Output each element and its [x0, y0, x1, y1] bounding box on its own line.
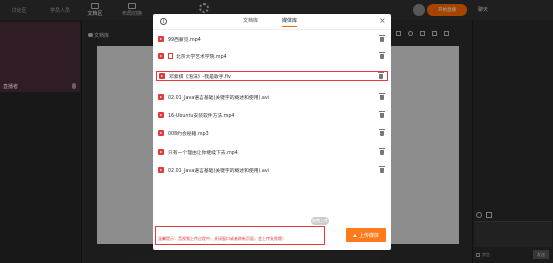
trash-icon[interactable] — [378, 72, 384, 79]
video-file-icon — [158, 112, 164, 118]
info-icon: i — [160, 18, 167, 25]
file-name: 008约会秘籍.mp3 — [168, 131, 209, 137]
video-file-icon — [158, 94, 164, 100]
file-name: 99西蒙见.mp4 — [168, 37, 201, 43]
file-name: 16-Ubuntu安装软件方法.mp4 — [168, 113, 235, 119]
close-icon[interactable]: × — [379, 16, 386, 25]
file-row[interactable]: 99西蒙见.mp4 — [156, 34, 388, 44]
drag-upload-hint: 拖拽上传 — [311, 217, 329, 225]
tab-document-library[interactable]: 文档库 — [243, 17, 258, 27]
file-type-icon — [168, 53, 173, 59]
file-row[interactable]: 008约会秘籍.mp3 — [156, 128, 388, 138]
file-row[interactable]: 02.01_Java语言基础(关键字的概述和使用).avi — [156, 92, 388, 102]
modal-divider — [153, 29, 391, 30]
upload-icon — [352, 233, 357, 237]
trash-icon[interactable] — [379, 93, 385, 100]
video-file-icon — [158, 130, 164, 136]
file-name: 02.01_Java语言基础(关键字的概述和使用).avi — [168, 168, 270, 174]
trash-icon[interactable] — [379, 111, 385, 118]
file-row[interactable]: 02.01_Java语言基础(关键字的概述和使用).avi — [156, 165, 388, 175]
file-row[interactable]: 北京大学艺术学院.mp4 — [156, 51, 388, 61]
file-name: 邓紫棋《泡沫》-我是歌手.flv — [169, 74, 231, 80]
upload-media-label: 上传媒体 — [358, 232, 379, 239]
upload-media-button[interactable]: 上传媒体 — [346, 228, 386, 242]
video-file-icon — [158, 167, 164, 173]
trash-icon[interactable] — [379, 166, 385, 173]
video-file-icon — [158, 53, 164, 59]
media-library-modal: i 文档库 媒体库 × 99西蒙见.mp4 北京大学艺术学院.mp4 邓紫棋《泡沫》… — [153, 14, 391, 250]
trash-icon[interactable] — [379, 35, 385, 42]
tab-media-library[interactable]: 媒体库 — [282, 17, 298, 27]
file-row[interactable]: 16-Ubuntu安装软件方法.mp4 — [156, 110, 388, 120]
file-name: 北京大学艺术学院.mp4 — [176, 54, 227, 60]
upload-warning: 温馨提示：音视频上传过程中，关闭窗口或者刷新页面，会上传失败哦！ — [155, 226, 325, 245]
file-row[interactable]: 邓紫棋《泡沫》-我是歌手.flv — [156, 71, 388, 81]
file-name: 02.01_Java语言基础(关键字的概述和使用).avi — [168, 95, 270, 101]
file-name: 只有一个理由让你继续下去.mp4 — [168, 150, 238, 156]
video-file-icon — [158, 36, 164, 42]
video-file-icon — [159, 73, 165, 79]
file-row[interactable]: 只有一个理由让你继续下去.mp4 — [156, 147, 388, 157]
trash-icon[interactable] — [379, 52, 385, 59]
trash-icon[interactable] — [379, 129, 385, 136]
video-file-icon — [158, 149, 164, 155]
trash-icon[interactable] — [379, 148, 385, 155]
